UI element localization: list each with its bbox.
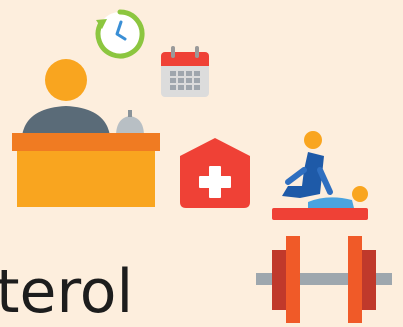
calendar-icon [160, 46, 210, 98]
medical-cross-icon [180, 138, 250, 208]
reception-desk-icon [12, 58, 164, 208]
physiotherapy-massage-icon [268, 130, 372, 222]
caption-text: terol [0, 257, 134, 327]
dumbbell-icon [256, 236, 392, 323]
clock-refresh-icon [94, 8, 146, 60]
